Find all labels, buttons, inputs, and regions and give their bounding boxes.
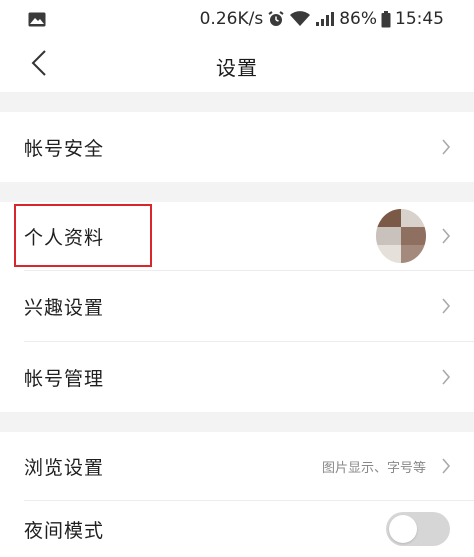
section-gap bbox=[0, 182, 474, 202]
chevron-right-icon bbox=[440, 456, 452, 476]
chevron-right-icon bbox=[440, 296, 452, 316]
account-manage-item[interactable]: 帐号管理 bbox=[0, 342, 474, 412]
page-title: 设置 bbox=[216, 56, 258, 80]
account-security-label: 帐号安全 bbox=[24, 137, 105, 160]
battery-percent: 86% bbox=[339, 9, 377, 29]
status-left bbox=[28, 12, 46, 27]
status-right: 0.26K/s 86% 15:45 bbox=[200, 9, 444, 29]
clock: 15:45 bbox=[395, 9, 444, 29]
status-bar: 0.26K/s 86% 15:45 bbox=[0, 0, 474, 38]
gallery-icon bbox=[28, 12, 46, 27]
chevron-right-icon bbox=[440, 137, 452, 157]
nav-bar: 设置 bbox=[0, 38, 474, 92]
night-mode-item: 夜间模式 bbox=[0, 501, 474, 557]
chevron-right-icon bbox=[440, 367, 452, 387]
profile-item[interactable]: 个人资料 bbox=[0, 202, 474, 270]
alarm-icon bbox=[267, 10, 285, 28]
account-security-item[interactable]: 帐号安全 bbox=[0, 112, 474, 182]
browse-settings-label: 浏览设置 bbox=[24, 456, 105, 479]
night-mode-toggle[interactable] bbox=[386, 512, 450, 546]
wifi-icon bbox=[289, 11, 311, 27]
profile-label: 个人资料 bbox=[24, 226, 105, 249]
night-mode-label: 夜间模式 bbox=[24, 519, 105, 542]
browse-settings-item[interactable]: 浏览设置 图片显示、字号等 bbox=[0, 432, 474, 500]
avatar bbox=[376, 209, 426, 263]
toggle-knob bbox=[389, 515, 417, 543]
account-manage-label: 帐号管理 bbox=[24, 367, 105, 390]
battery-icon bbox=[381, 10, 391, 28]
section-gap bbox=[0, 412, 474, 432]
section-gap bbox=[0, 92, 474, 112]
chevron-right-icon bbox=[440, 226, 452, 246]
browse-settings-value: 图片显示、字号等 bbox=[321, 460, 426, 476]
network-speed: 0.26K/s bbox=[199, 9, 264, 29]
interests-item[interactable]: 兴趣设置 bbox=[0, 271, 474, 341]
settings-page: 0.26K/s 86% 15:45 设置 帐号安全 个人资料 兴趣设置 帐号管理… bbox=[0, 0, 474, 557]
signal-icon bbox=[315, 11, 335, 27]
interests-label: 兴趣设置 bbox=[24, 296, 105, 319]
